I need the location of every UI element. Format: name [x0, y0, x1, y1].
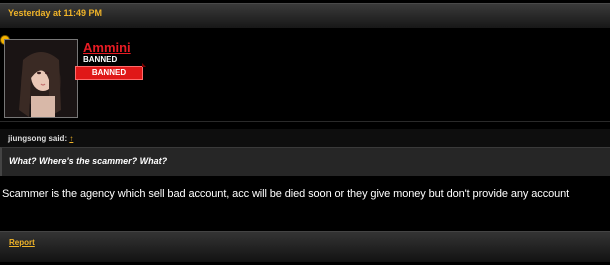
user-title: BANNED [83, 55, 118, 64]
avatar[interactable] [4, 39, 78, 118]
quote-jump-icon[interactable]: ↑ [69, 134, 73, 143]
post-date[interactable]: Yesterday at 11:49 PM [8, 8, 102, 18]
quote-attribution-bar [0, 129, 610, 147]
report-link[interactable]: Report [9, 238, 35, 247]
username-link[interactable]: Ammini [83, 40, 131, 55]
divider [0, 121, 610, 122]
quote-author: jiungsong said: [8, 134, 68, 143]
post-footer [0, 231, 610, 262]
avatar-photo [5, 40, 77, 117]
quote-attribution: jiungsong said: ↑ [8, 134, 73, 143]
message-body: Scammer is the agency which sell bad acc… [2, 188, 570, 200]
banned-ribbon: BANNED [75, 63, 146, 80]
quote-text: What? Where's the scammer? What? [9, 156, 168, 166]
